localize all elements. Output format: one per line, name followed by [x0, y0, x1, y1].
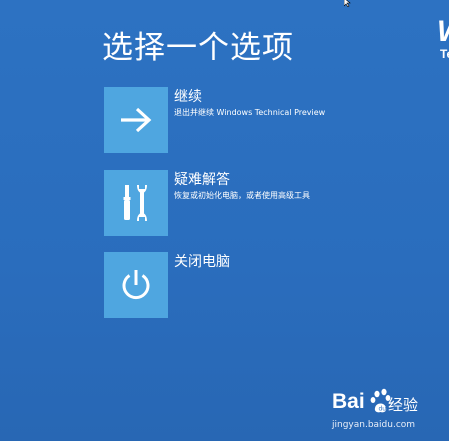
watermark-brand: Bai	[332, 390, 365, 413]
watermark-brand-suffix: 经验	[388, 396, 419, 414]
option-power-off[interactable]: 关闭电脑	[104, 252, 404, 318]
recovery-screen: 选择一个选项 W Te 继续 退出并继续 Windows Technical P…	[0, 0, 449, 441]
option-power-off-label[interactable]: 关闭电脑	[174, 251, 230, 271]
option-power-off-tile[interactable]	[104, 252, 168, 318]
brand-fragment-secondary: Te	[440, 47, 449, 61]
baidu-watermark: Bai du 经验 jingyan.baidu.com	[332, 388, 432, 438]
option-continue-description: 退出并继续 Windows Technical Preview	[174, 108, 326, 117]
option-continue-label[interactable]: 继续	[174, 86, 202, 106]
power-icon	[122, 270, 150, 300]
option-continue[interactable]: 继续 退出并继续 Windows Technical Preview	[104, 87, 404, 153]
option-continue-tile[interactable]	[104, 87, 168, 153]
svg-text:du: du	[379, 406, 387, 413]
option-troubleshoot[interactable]: 疑难解答 恢复或初始化电脑，或者使用高级工具	[104, 170, 404, 236]
option-troubleshoot-tile[interactable]	[104, 170, 168, 236]
watermark-url: jingyan.baidu.com	[332, 420, 416, 430]
option-troubleshoot-label[interactable]: 疑难解答	[174, 169, 230, 189]
page-title: 选择一个选项	[102, 30, 294, 66]
brand-fragment: W	[437, 15, 449, 49]
option-troubleshoot-description: 恢复或初始化电脑，或者使用高级工具	[174, 191, 310, 200]
arrow-right-icon	[121, 107, 152, 133]
tools-icon	[123, 185, 147, 221]
mouse-cursor-icon	[344, 0, 351, 7]
